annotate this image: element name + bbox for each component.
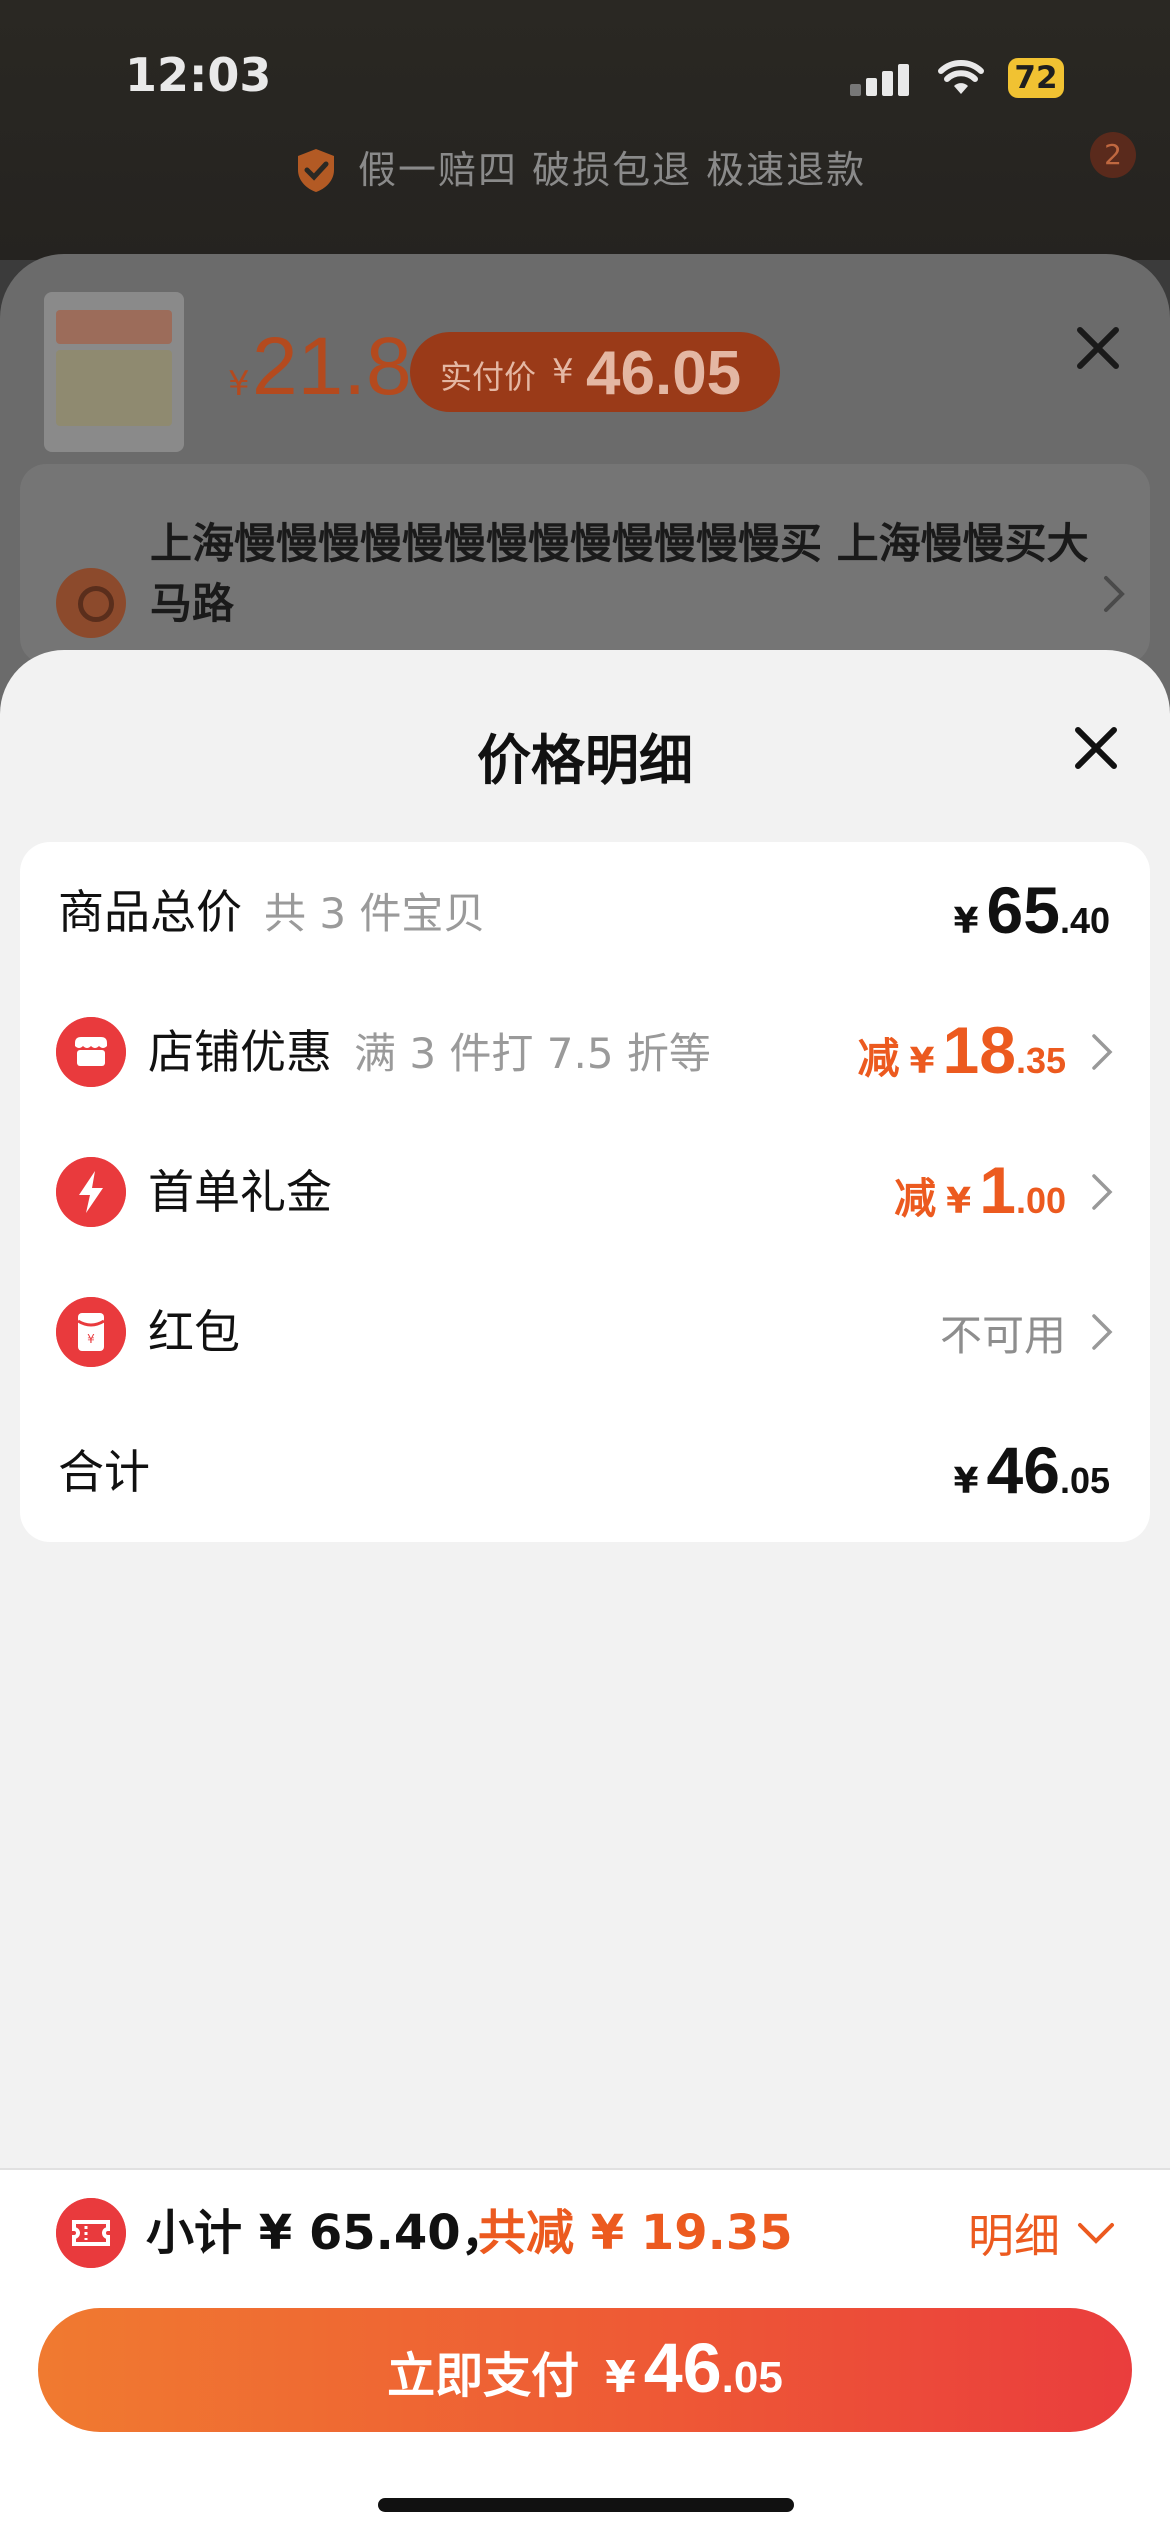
paid-price-currency: ¥ xyxy=(552,352,574,392)
chevron-right-icon xyxy=(1092,1174,1113,1210)
subtotal-text: 小计 ¥ 65.40， xyxy=(146,2205,509,2261)
price-detail-title: 价格明细 xyxy=(477,729,693,792)
product-thumbnail xyxy=(44,292,184,452)
trust-banner: 假一赔四 破损包退 极速退款 xyxy=(0,142,1170,198)
total-row: 合计 ¥ 46 .05 xyxy=(20,1402,1150,1542)
goods-count-text: 共 3 件宝贝 xyxy=(264,889,486,938)
price-detail-card: 商品总价 共 3 件宝贝 ¥ 65 .40 店铺优惠 满 3 件打 7.5 折等… xyxy=(20,842,1150,1542)
shield-check-icon xyxy=(298,149,334,192)
first-order-bonus-label: 首单礼金 xyxy=(148,1165,332,1219)
location-pin-icon xyxy=(56,568,126,638)
lightning-icon xyxy=(56,1157,126,1227)
red-packet-status: 不可用 xyxy=(940,1292,1114,1372)
shop-discount-amount: 减 ¥ 18 .35 xyxy=(857,1012,1114,1092)
coupon-ticket-icon xyxy=(56,2198,126,2268)
pay-amount-integer: 46 xyxy=(643,2329,722,2407)
chevron-right-icon xyxy=(1092,1314,1113,1350)
address-text: 上海慢慢慢慢慢慢慢慢慢慢慢慢慢买 上海慢慢买大马路 xyxy=(150,519,1089,628)
svg-text:¥: ¥ xyxy=(87,1332,95,1346)
first-order-bonus-amount: 减 ¥ 1 .00 xyxy=(894,1152,1114,1232)
red-packet-row[interactable]: ¥ 红包 不可用 xyxy=(20,1262,1150,1402)
home-indicator[interactable] xyxy=(378,2498,794,2512)
chevron-right-icon xyxy=(1104,576,1125,612)
shop-discount-label: 店铺优惠 xyxy=(148,1025,332,1079)
total-amount: ¥ 46 .05 xyxy=(953,1433,1110,1507)
pay-currency: ¥ xyxy=(605,2352,636,2403)
product-price-currency: ¥ xyxy=(228,364,250,404)
pay-now-label: 立即支付 xyxy=(387,2348,580,2404)
paid-price-label: 实付价 xyxy=(440,358,537,396)
address-card[interactable]: 上海慢慢慢慢慢慢慢慢慢慢慢慢慢买 上海慢慢买大马路 xyxy=(20,464,1150,664)
paid-price-pill: 实付价 ¥ 46.05 xyxy=(410,332,780,412)
detail-toggle-button[interactable]: 明细 xyxy=(968,2200,1116,2266)
pay-amount-decimal: .05 xyxy=(721,2353,783,2402)
close-icon[interactable] xyxy=(1070,722,1122,774)
shop-discount-rule: 满 3 件打 7.5 折等 xyxy=(354,1029,711,1078)
shop-discount-row[interactable]: 店铺优惠 满 3 件打 7.5 折等 减 ¥ 18 .35 xyxy=(20,982,1150,1122)
paid-price-value: 46.05 xyxy=(586,339,742,408)
status-time: 12:03 xyxy=(125,48,272,102)
red-packet-label: 红包 xyxy=(148,1305,240,1359)
cart-count-badge: 2 xyxy=(1090,132,1136,178)
status-bar: 12:03 72 xyxy=(0,0,1170,150)
goods-total-row: 商品总价 共 3 件宝贝 ¥ 65 .40 xyxy=(20,842,1150,982)
detail-toggle-label: 明细 xyxy=(968,2209,1060,2263)
chevron-down-icon xyxy=(1078,2223,1114,2244)
battery-indicator: 72 xyxy=(1008,58,1064,98)
close-icon[interactable] xyxy=(1070,320,1126,376)
goods-total-label: 商品总价 xyxy=(58,885,242,939)
red-packet-unavailable-text: 不可用 xyxy=(939,1310,1066,1360)
checkout-bottom-bar: 小计 ¥ 65.40， 共减 ¥ 19.35 明细 立即支付 ¥ 46 .05 xyxy=(0,2168,1170,2532)
total-label: 合计 xyxy=(58,1445,150,1499)
wifi-icon xyxy=(938,60,984,94)
pay-now-button[interactable]: 立即支付 ¥ 46 .05 xyxy=(38,2308,1132,2432)
goods-total-amount: ¥ 65 .40 xyxy=(953,873,1110,947)
cellular-signal-icon xyxy=(850,62,910,96)
trust-banner-text: 假一赔四 破损包退 极速退款 xyxy=(358,148,867,192)
total-saved-text: 共减 ¥ 19.35 xyxy=(478,2205,793,2261)
chevron-right-icon xyxy=(1092,1034,1113,1070)
product-price: 21.8 xyxy=(252,321,412,412)
first-order-bonus-row[interactable]: 首单礼金 减 ¥ 1 .00 xyxy=(20,1122,1150,1262)
shop-icon xyxy=(56,1017,126,1087)
red-packet-icon: ¥ xyxy=(56,1297,126,1367)
